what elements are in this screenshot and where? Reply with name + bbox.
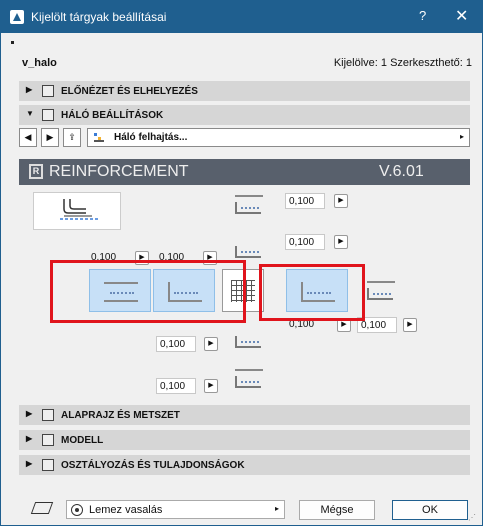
mesh-side-edge-icon [233, 237, 265, 261]
bottom-value-arrow-1[interactable]: ▶ [204, 337, 218, 351]
mesh-top-edge-icon [233, 193, 265, 217]
mesh-toolbar: ◀ ▶ ⇪ Háló felhajtás... ▸ [19, 128, 470, 148]
eye-icon [71, 504, 83, 516]
section-preview[interactable]: ▶ ELŐNÉZET ÉS ELHELYEZÉS [19, 81, 470, 101]
section-classification[interactable]: ▶ OSZTÁLYOZÁS ÉS TULAJDONSÁGOK [19, 455, 470, 475]
section-model-label: MODELL [61, 435, 104, 446]
reinforcement-logo: R [29, 164, 43, 179]
banner-title: REINFORCEMENT [49, 163, 189, 180]
highlight-box-right [259, 264, 365, 321]
section-mesh[interactable]: ▼ HÁLÓ BEÁLLÍTÁSOK [19, 105, 470, 125]
classification-icon [42, 459, 54, 471]
cancel-button[interactable]: Mégse [299, 500, 375, 520]
section-floorplan-label: ALAPRAJZ ÉS METSZET [61, 410, 180, 421]
top-value-arrow-1[interactable]: ▶ [334, 194, 348, 208]
close-button[interactable]: ✕ [455, 6, 468, 26]
mesh-settings-icon [42, 109, 54, 121]
section-mesh-label: HÁLÓ BEÁLLÍTÁSOK [61, 110, 164, 121]
expand-arrow-icon: ▶ [26, 85, 33, 94]
mesh-fold-icon [93, 132, 105, 144]
mesh-preview-icon [60, 199, 98, 220]
collapse-arrow-icon: ▼ [26, 109, 34, 118]
highlight-box-left [50, 260, 246, 323]
dropdown-caret-icon: ▸ [274, 504, 279, 513]
preview-icon [42, 85, 54, 97]
reinforcement-banner: R REINFORCEMENT V.6.01 [19, 159, 470, 185]
help-button[interactable]: ? [419, 8, 426, 23]
section-model[interactable]: ▶ MODELL [19, 430, 470, 450]
prev-button[interactable]: ◀ [19, 128, 37, 147]
section-preview-label: ELŐNÉZET ÉS ELHELYEZÉS [61, 86, 198, 97]
bottom-value-field-2[interactable]: 0,100 [156, 378, 196, 394]
top-value-field-1[interactable]: 0,100 [285, 193, 325, 209]
page-dropdown-label: Háló felhajtás... [114, 132, 188, 143]
pin-icon [11, 41, 14, 44]
mesh-preview[interactable] [33, 192, 121, 230]
top-value-field-2[interactable]: 0,100 [285, 234, 325, 250]
section-floorplan[interactable]: ▶ ALAPRAJZ ÉS METSZET [19, 405, 470, 425]
window-title: Kijelölt tárgyak beállításai [31, 10, 167, 24]
next-button[interactable]: ▶ [41, 128, 59, 147]
page-dropdown[interactable]: Háló felhajtás... ▸ [87, 128, 470, 147]
model-cube-icon [42, 434, 54, 446]
archicad-logo-icon [10, 10, 24, 24]
dialog-footer: Lemez vasalás ▸ Mégse OK ⋰ [1, 494, 482, 526]
settings-dialog: Kijelölt tárgyak beállításai ? ✕ v_halo … [0, 0, 483, 526]
resize-grip-icon[interactable]: ⋰ [468, 513, 476, 522]
title-bar: Kijelölt tárgyak beállításai ? ✕ [1, 1, 482, 33]
floorplan-icon [42, 409, 54, 421]
banner-version: V.6.01 [379, 163, 424, 180]
section-classification-label: OSZTÁLYOZÁS ÉS TULAJDONSÁGOK [61, 460, 245, 471]
selection-info: Kijelölve: 1 Szerkeszthető: 1 [333, 57, 472, 69]
layer-dropdown-label: Lemez vasalás [89, 504, 163, 516]
mesh-lower-edge-icon [233, 327, 265, 351]
dropdown-caret-icon: ▸ [459, 132, 464, 141]
ok-button[interactable]: OK [392, 500, 468, 520]
right-value-arrow-2[interactable]: ▶ [403, 318, 417, 332]
export-icon[interactable]: ⇪ [63, 128, 81, 147]
top-value-arrow-2[interactable]: ▶ [334, 235, 348, 249]
expand-arrow-icon: ▶ [26, 459, 33, 468]
layer-dropdown[interactable]: Lemez vasalás ▸ [66, 500, 285, 519]
mesh-right-edge-icon [365, 279, 397, 303]
layer-icon [30, 502, 54, 514]
object-name: v_halo [22, 57, 57, 69]
expand-arrow-icon: ▶ [26, 409, 33, 418]
bottom-value-arrow-2[interactable]: ▶ [204, 379, 218, 393]
bottom-value-field-1[interactable]: 0,100 [156, 336, 196, 352]
mesh-bottom-edge-icon [233, 367, 265, 391]
expand-arrow-icon: ▶ [26, 434, 33, 443]
